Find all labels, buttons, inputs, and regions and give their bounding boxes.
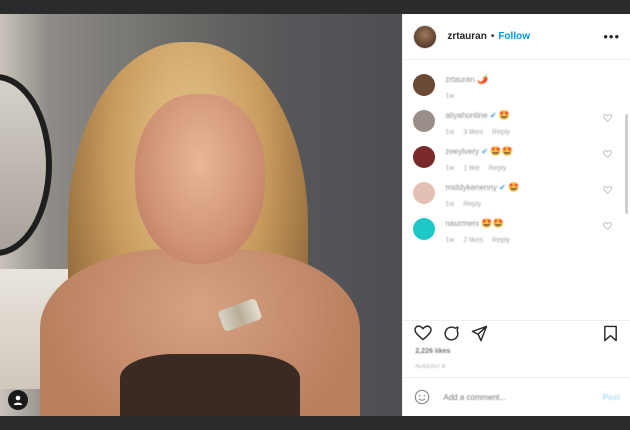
verified-icon: ✔ [487,111,497,120]
comment-body: zrtauran 🌶️ 1w [445,74,618,100]
reply-button[interactable]: Reply [463,201,481,208]
commenter-username[interactable]: middykenenny [445,183,497,192]
user-tag-icon[interactable] [8,390,28,410]
comment-meta: 1w 1 like Reply [445,165,618,172]
commenter-avatar[interactable] [413,146,436,168]
comment-meta: 1w Reply [445,201,618,208]
reply-button[interactable]: Reply [489,165,507,172]
author-avatar[interactable] [413,24,438,49]
comment-emoji: 🤩 [498,110,511,120]
post-photo[interactable] [0,14,403,416]
post-modal: zrtauran • Follow ••• zrtauran 🌶️ 1w aliya… [0,14,630,416]
post-date: AUGUST 8 [415,364,446,370]
reply-button[interactable]: Reply [492,129,510,136]
emoji-icon[interactable] [413,388,431,406]
comment-row: aliyahonline ✔ 🤩 1w 3 likes Reply [403,104,630,140]
add-comment-bar: Post [403,377,630,416]
comment-meta-item: 2 likes [463,237,484,244]
comment-text: zeeylvery ✔ 🤩🤩 [445,146,618,157]
comment-row: naurmers 🤩🤩 1w 2 likes Reply [403,212,630,248]
post-button[interactable]: Post [603,393,620,402]
verified-icon: ✔ [479,147,489,156]
post-panel: zrtauran • Follow ••• zrtauran 🌶️ 1w aliya… [402,14,630,416]
commenter-username[interactable]: zeeylvery [445,147,479,156]
comment-like-icon[interactable] [603,150,612,160]
comment-body: middykenenny ✔ 🤩 1w Reply [445,182,618,208]
comment-meta: 1w 2 likes Reply [445,237,618,244]
comment-body: naurmers 🤩🤩 1w 2 likes Reply [445,218,618,244]
comment-meta-item: 1w [445,129,455,136]
comment-body: aliyahonline ✔ 🤩 1w 3 likes Reply [445,110,618,136]
mirror [0,74,52,256]
comment-emoji: 🤩🤩 [490,146,513,156]
comment-text: aliyahonline ✔ 🤩 [445,110,618,121]
commenter-avatar[interactable] [413,110,436,132]
verified-icon: ✔ [496,183,506,192]
comment-like-icon[interactable] [603,114,612,124]
comment-meta: 1w [445,93,618,100]
comment-text: middykenenny ✔ 🤩 [445,182,618,193]
comment-meta-item: 3 likes [463,129,484,136]
comment-row: zrtauran 🌶️ 1w [403,68,630,104]
heart-icon[interactable] [413,323,433,343]
commenter-avatar[interactable] [413,218,436,240]
comment-emoji: 🤩 [508,182,520,192]
share-icon[interactable] [469,323,489,343]
comment-like-icon[interactable] [603,222,612,232]
follow-button[interactable]: Follow [498,31,530,42]
comment-icon[interactable] [441,323,461,343]
likes-count[interactable]: 2,226 likes [415,348,450,355]
face [135,94,265,264]
reply-button[interactable]: Reply [492,237,510,244]
comment-meta: 1w 3 likes Reply [445,129,618,136]
comment-emoji: 🤩🤩 [481,218,504,228]
comment-text: naurmers 🤩🤩 [445,218,618,229]
comment-input[interactable] [441,391,603,403]
post-header: zrtauran • Follow ••• [403,14,630,60]
action-bar [403,320,630,345]
commenter-username[interactable]: naurmers [445,219,479,228]
header-separator: • [490,31,495,42]
commenter-username[interactable]: aliyahonline [445,111,487,120]
commenter-avatar[interactable] [413,74,436,96]
comment-text: zrtauran 🌶️ [445,74,618,85]
commenter-username[interactable]: zrtauran [445,75,474,84]
comment-meta-item: 1 like [463,165,480,172]
comment-meta-item: 1w [445,165,455,172]
more-icon[interactable]: ••• [603,29,620,44]
author-username[interactable]: zrtauran [447,31,486,42]
comment-emoji: 🌶️ [476,74,489,84]
comment-meta-item: 1w [445,237,455,244]
comment-row: middykenenny ✔ 🤩 1w Reply [403,176,630,212]
bookmark-icon[interactable] [600,323,620,343]
commenter-avatar[interactable] [413,182,436,204]
comment-meta-item: 1w [445,201,455,208]
comment-like-icon[interactable] [603,186,612,196]
clothing [120,354,300,416]
comment-body: zeeylvery ✔ 🤩🤩 1w 1 like Reply [445,146,618,172]
comment-meta-item: 1w [445,93,455,100]
comment-row: zeeylvery ✔ 🤩🤩 1w 1 like Reply [403,140,630,176]
comments-list[interactable]: zrtauran 🌶️ 1w aliyahonline ✔ 🤩 1w 3 likes Re… [403,60,630,320]
